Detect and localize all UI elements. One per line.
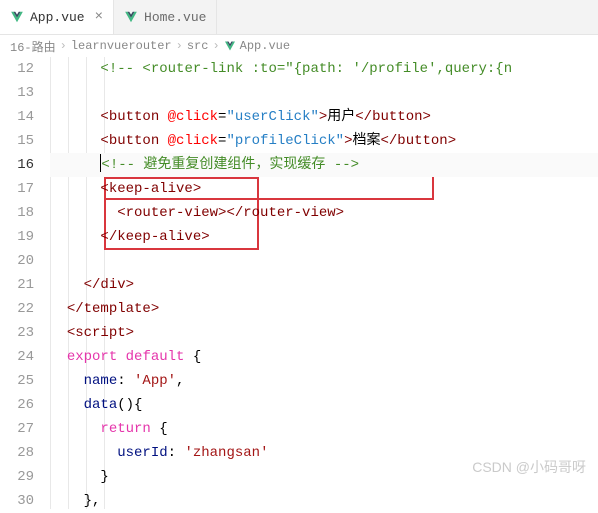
breadcrumb-item[interactable]: learnvuerouter (71, 39, 172, 53)
vue-icon (10, 10, 24, 24)
tab-bar: App.vue × Home.vue (0, 0, 598, 35)
tab-home-vue[interactable]: Home.vue (114, 0, 217, 34)
breadcrumb: 16-路由 › learnvuerouter › src › App.vue (0, 35, 598, 57)
code-area[interactable]: <!-- <router-link :to="{path: '/profile'… (50, 57, 598, 509)
tab-label: App.vue (30, 10, 85, 25)
vue-icon (224, 40, 236, 52)
code-line: <button @click="userClick">用户</button> (50, 105, 598, 129)
code-line: <script> (50, 321, 598, 345)
code-line: <!-- <router-link :to="{path: '/profile'… (50, 57, 598, 81)
code-line: data(){ (50, 393, 598, 417)
code-line: <keep-alive> (50, 177, 598, 201)
watermark: CSDN @小码哥呀 (472, 457, 586, 477)
breadcrumb-item[interactable]: 16-路由 (10, 38, 56, 55)
code-line: <router-view></router-view> (50, 201, 598, 225)
code-line: </div> (50, 273, 598, 297)
code-line: </template> (50, 297, 598, 321)
code-editor[interactable]: 12131415 16171819 20212223 24252627 2829… (0, 57, 598, 509)
tab-app-vue[interactable]: App.vue × (0, 0, 114, 34)
code-line: export default { (50, 345, 598, 369)
close-icon[interactable]: × (95, 9, 103, 25)
breadcrumb-item[interactable]: App.vue (240, 39, 290, 53)
code-line (50, 81, 598, 105)
vue-icon (124, 10, 138, 24)
code-line (50, 249, 598, 273)
code-line: name: 'App', (50, 369, 598, 393)
tab-label: Home.vue (144, 10, 206, 25)
cursor (100, 154, 101, 172)
code-line: }, (50, 489, 598, 513)
code-line: return { (50, 417, 598, 441)
code-line: </keep-alive> (50, 225, 598, 249)
code-line: <!-- 避免重复创建组件，实现缓存 --> (50, 153, 598, 177)
line-gutter: 12131415 16171819 20212223 24252627 2829… (0, 57, 50, 509)
breadcrumb-item[interactable]: src (187, 39, 209, 53)
code-line: <button @click="profileClick">档案</button… (50, 129, 598, 153)
